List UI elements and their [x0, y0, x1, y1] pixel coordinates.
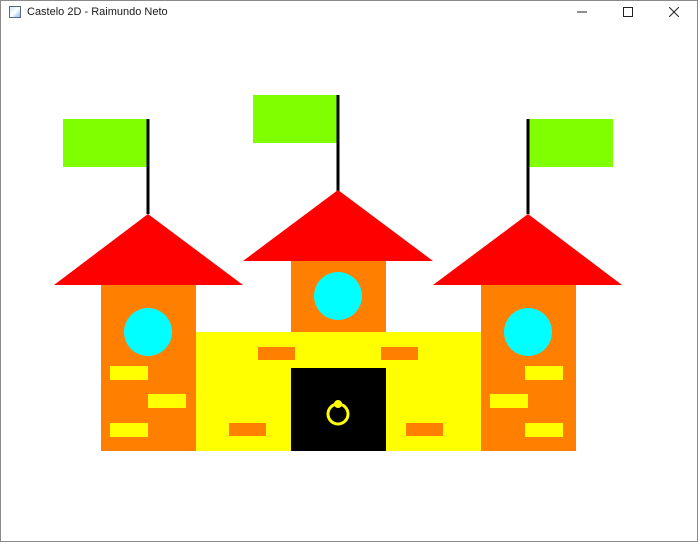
- flag-left: [63, 119, 148, 167]
- roof-left: [54, 214, 243, 285]
- tower-brick: [110, 366, 148, 380]
- app-window: Castelo 2D - Raimundo Neto: [0, 0, 698, 542]
- app-icon: [9, 6, 21, 18]
- tower-brick: [525, 423, 563, 437]
- maximize-icon: [623, 7, 633, 17]
- castle-drawing: [54, 95, 622, 451]
- minimize-button[interactable]: [559, 1, 605, 23]
- window-center: [314, 272, 362, 320]
- close-button[interactable]: [651, 1, 697, 23]
- flag-right: [528, 119, 613, 167]
- window-left: [124, 308, 172, 356]
- wall-brick: [381, 347, 418, 360]
- drawing-canvas: [9, 23, 699, 543]
- flag-center: [253, 95, 338, 143]
- castle-door: [291, 368, 386, 451]
- close-icon: [669, 7, 679, 17]
- minimize-icon: [577, 11, 587, 13]
- roof-center: [243, 190, 433, 261]
- window-right: [504, 308, 552, 356]
- maximize-button[interactable]: [605, 1, 651, 23]
- tower-brick: [525, 366, 563, 380]
- window-controls: [559, 1, 697, 23]
- door-knocker-top: [334, 400, 342, 408]
- tower-brick: [490, 394, 528, 408]
- wall-brick: [258, 347, 295, 360]
- tower-brick: [110, 423, 148, 437]
- wall-brick: [406, 423, 443, 436]
- wall-brick: [229, 423, 266, 436]
- title-bar[interactable]: Castelo 2D - Raimundo Neto: [1, 1, 697, 23]
- window-title: Castelo 2D - Raimundo Neto: [27, 6, 168, 18]
- tower-brick: [148, 394, 186, 408]
- roof-right: [433, 214, 622, 285]
